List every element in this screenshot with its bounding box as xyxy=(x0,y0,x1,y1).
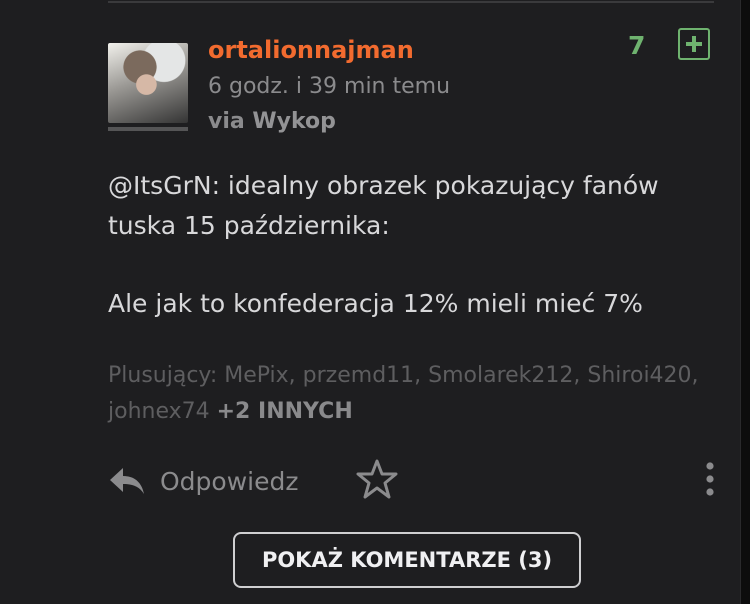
plus-square-icon[interactable] xyxy=(678,28,710,60)
entry-body: @ItsGrN: idealny obrazek pokazujący fanó… xyxy=(108,166,718,324)
plusers-more-link[interactable]: +2 INNYCH xyxy=(217,399,353,424)
via-prefix: via xyxy=(208,109,245,134)
via-app-link[interactable]: Wykop xyxy=(252,109,336,134)
star-outline-icon[interactable] xyxy=(356,458,398,500)
author-username[interactable]: ortalionnajman xyxy=(208,36,414,64)
avatar-gender-bar xyxy=(108,127,188,131)
body-line-2: Ale jak to konfederacja 12% mieli mieć 7… xyxy=(108,289,643,318)
reply-label: Odpowiedz xyxy=(160,466,299,496)
show-comments-button[interactable]: POKAŻ KOMENTARZE (3) xyxy=(233,532,581,588)
vertical-dots-icon[interactable] xyxy=(700,462,720,498)
entry-card: ortalionnajman 6 godz. i 39 min temu via… xyxy=(0,0,741,604)
plusers-list: Plusujący: MePix, przemd11, Smolarek212,… xyxy=(108,358,718,430)
reply-button[interactable]: Odpowiedz xyxy=(108,462,298,500)
entry-timestamp[interactable]: 6 godz. i 39 min temu xyxy=(208,74,450,99)
plusers-prefix: Plusujący: xyxy=(108,363,218,388)
body-paragraph-1: @ItsGrN: idealny obrazek pokazujący fanó… xyxy=(108,166,718,246)
vote-count: 7 xyxy=(628,31,646,60)
via-source: via Wykop xyxy=(208,109,336,134)
divider xyxy=(108,1,714,3)
reply-arrow-icon xyxy=(110,468,144,494)
user-mention[interactable]: @ItsGrN xyxy=(108,171,212,200)
avatar[interactable] xyxy=(108,43,188,123)
